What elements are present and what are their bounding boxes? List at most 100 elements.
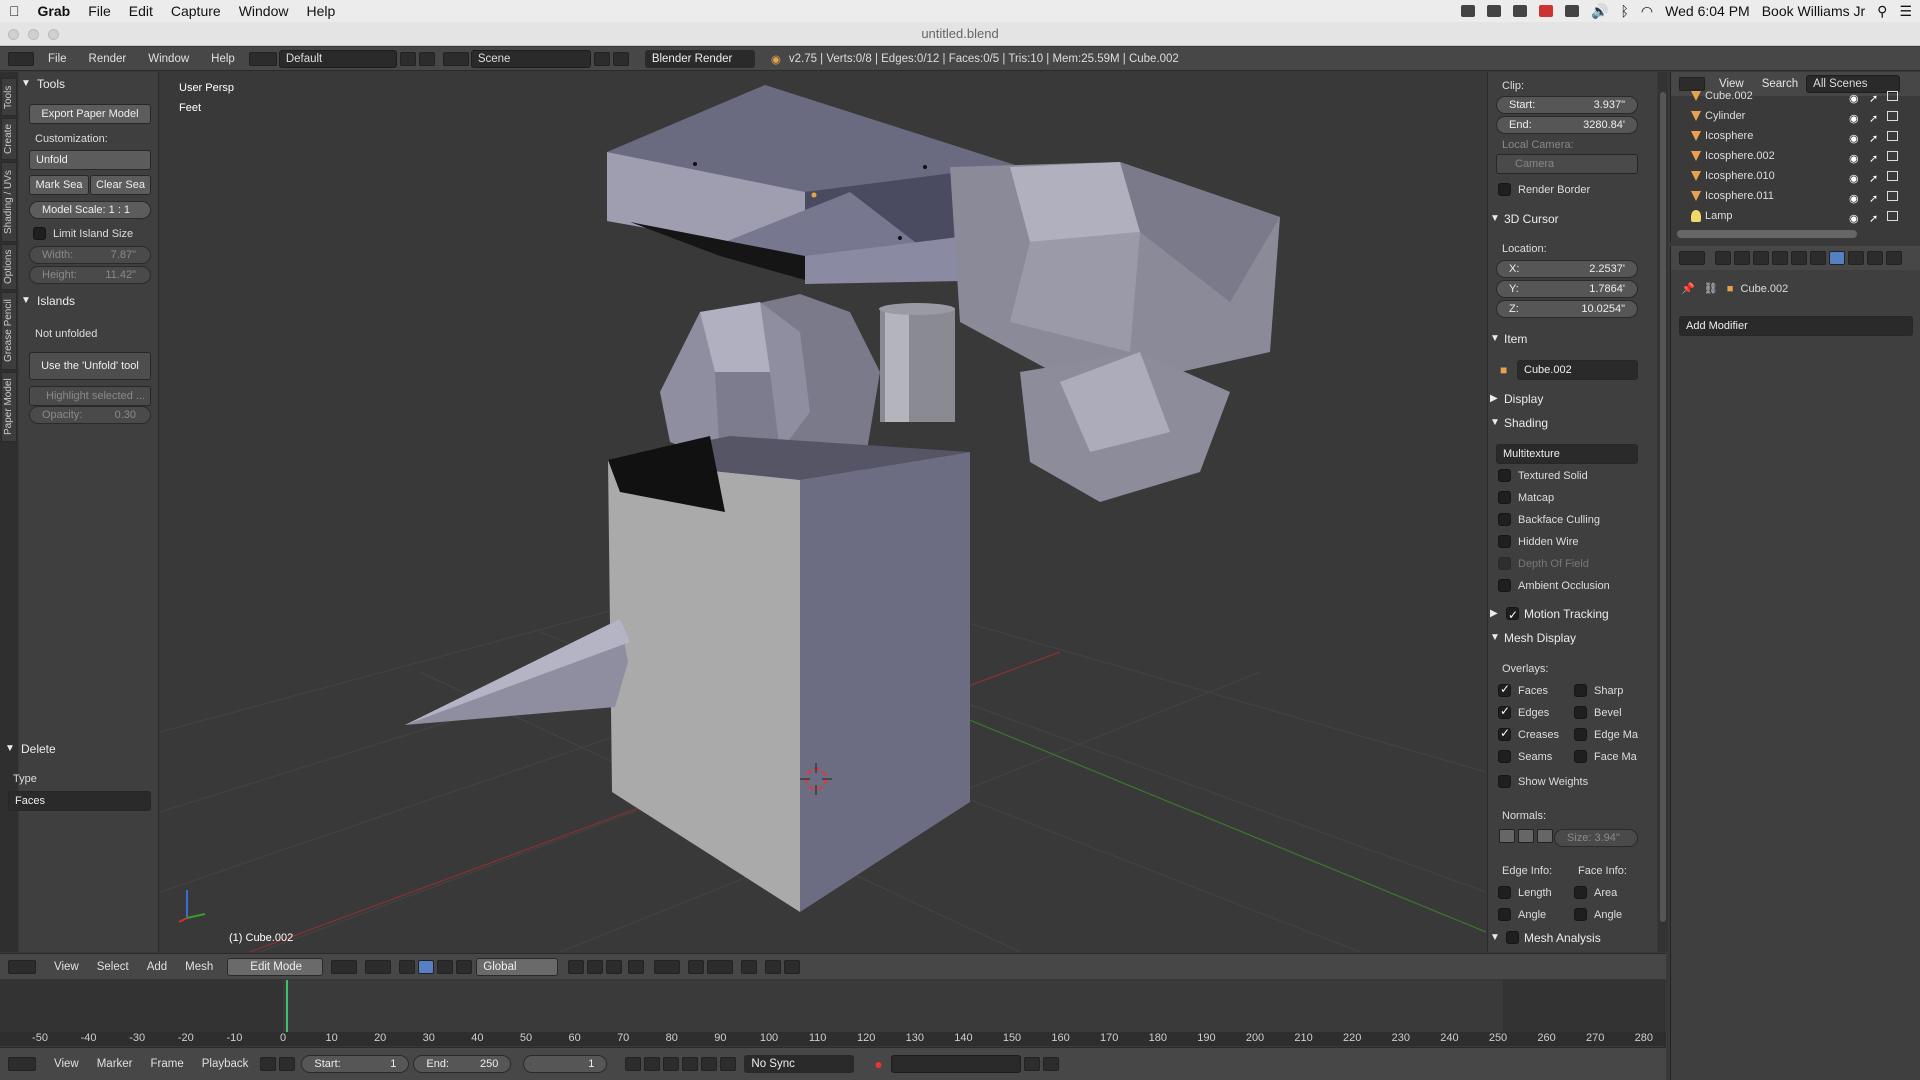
menu-add[interactable]: Add bbox=[147, 961, 167, 973]
add-layout-icon[interactable] bbox=[399, 51, 416, 66]
lock-range-icon[interactable] bbox=[279, 1057, 296, 1071]
model-scale-field[interactable]: Model Scale: 1 : 1 bbox=[29, 201, 151, 219]
add-modifier-select[interactable]: Add Modifier bbox=[1679, 316, 1913, 336]
overlay-creases-checkbox[interactable] bbox=[1498, 726, 1511, 741]
face-area-checkbox[interactable] bbox=[1574, 886, 1587, 899]
matcap-checkbox[interactable] bbox=[1498, 491, 1511, 504]
minimize-window-button[interactable] bbox=[28, 29, 39, 40]
textured-solid-checkbox[interactable] bbox=[1498, 469, 1511, 482]
jump-start-icon[interactable] bbox=[625, 1057, 642, 1071]
shading-panel-header[interactable]: ▼ Shading bbox=[1488, 413, 1638, 433]
delete-type-select[interactable]: Faces bbox=[8, 791, 151, 811]
menu-help[interactable]: Help bbox=[297, 3, 344, 19]
face-select-icon[interactable] bbox=[606, 959, 623, 974]
world-tab-icon[interactable] bbox=[1772, 251, 1788, 265]
menu-select[interactable]: Select bbox=[97, 961, 129, 973]
wifi-icon[interactable]: ◠ bbox=[1641, 3, 1653, 20]
outliner-row-lamp[interactable]: Lamp ◉ ➚ bbox=[1671, 206, 1920, 226]
apple-icon[interactable]:  bbox=[0, 3, 29, 19]
tab-grease-pencil[interactable]: Grease Pencil bbox=[1, 292, 17, 370]
overlay-sharp-checkbox[interactable] bbox=[1574, 684, 1587, 697]
tools-panel-header[interactable]: ▼ Tools bbox=[19, 74, 159, 94]
timeline-editor-icon[interactable] bbox=[8, 1057, 36, 1071]
render-engine-select[interactable]: Blender Render bbox=[644, 49, 755, 68]
translate-manipulator-icon[interactable] bbox=[418, 959, 435, 974]
clock[interactable]: Wed 6:04 PM bbox=[1665, 3, 1750, 19]
menu-capture[interactable]: Capture bbox=[162, 3, 230, 19]
end-frame-field[interactable]: End: 250 bbox=[413, 1055, 512, 1073]
mesh-display-panel-header[interactable]: ▼ Mesh Display bbox=[1488, 628, 1638, 648]
scale-manipulator-icon[interactable] bbox=[456, 959, 473, 974]
overlay-edges-checkbox[interactable] bbox=[1498, 704, 1511, 719]
render-toggle-icon[interactable] bbox=[1887, 191, 1898, 201]
menu-file[interactable]: File bbox=[44, 53, 71, 65]
timeline[interactable]: -50 -40 -30 -20 -10 0 10 20 30 40 50 60 70 80 90 100 110… bbox=[0, 980, 1666, 1046]
keying-set-field[interactable] bbox=[890, 1055, 1021, 1073]
bluetooth-icon[interactable]: ᛒ bbox=[1621, 3, 1629, 19]
jump-end-icon[interactable] bbox=[720, 1057, 737, 1071]
render-toggle-icon[interactable] bbox=[1887, 171, 1898, 181]
menu-edit[interactable]: Edit bbox=[120, 3, 162, 19]
snap-element-icon[interactable] bbox=[707, 959, 734, 974]
normals-size-field[interactable]: Size: 3.94" bbox=[1554, 829, 1638, 847]
remove-scene-icon[interactable] bbox=[612, 51, 629, 66]
constraints-tab-icon[interactable] bbox=[1810, 251, 1826, 265]
split-normals-icon[interactable] bbox=[1518, 829, 1534, 843]
limit-island-checkbox[interactable] bbox=[33, 227, 46, 240]
overlay-edge-marks-checkbox[interactable] bbox=[1574, 728, 1587, 741]
face-normals-icon[interactable] bbox=[1537, 829, 1553, 843]
manipulator-icon[interactable] bbox=[399, 959, 416, 974]
spotlight-icon[interactable]: ⚲ bbox=[1877, 3, 1887, 20]
delete-keyframe-icon[interactable] bbox=[1042, 1057, 1059, 1071]
3d-cursor-panel-header[interactable]: ▼ 3D Cursor bbox=[1488, 209, 1638, 229]
proportional-edit-icon[interactable] bbox=[654, 959, 681, 974]
menu-frame[interactable]: Frame bbox=[151, 1058, 184, 1070]
status-icon[interactable] bbox=[1539, 5, 1554, 17]
outliner-editor-icon[interactable] bbox=[1679, 77, 1705, 91]
current-frame-marker[interactable] bbox=[286, 980, 288, 1032]
overlay-face-marks-checkbox[interactable] bbox=[1574, 750, 1587, 763]
render-tab-icon[interactable] bbox=[1715, 251, 1731, 265]
export-paper-model-button[interactable]: Export Paper Model bbox=[29, 104, 151, 124]
3d-view-editor-icon[interactable] bbox=[8, 959, 36, 974]
3d-viewport[interactable]: User Persp Feet (1) Cube.002 bbox=[160, 72, 1486, 952]
layout-field[interactable]: Default bbox=[278, 49, 397, 68]
play-icon[interactable] bbox=[682, 1057, 699, 1071]
opengl-render-icon[interactable] bbox=[741, 959, 758, 974]
properties-editor-icon[interactable] bbox=[1679, 251, 1705, 265]
outliner-row-icosphere011[interactable]: Icosphere.011 ◉ ➚ bbox=[1671, 186, 1920, 206]
dropbox-icon[interactable] bbox=[1487, 5, 1502, 17]
user-menu[interactable]: Book Williams Jr bbox=[1762, 3, 1865, 19]
mode-select[interactable]: Edit Mode bbox=[227, 957, 324, 976]
vertex-normals-icon[interactable] bbox=[1499, 829, 1515, 843]
overlay-faces-checkbox[interactable] bbox=[1498, 682, 1511, 697]
preview-range-icon[interactable] bbox=[260, 1057, 277, 1071]
outliner-row-cube002[interactable]: Cube.002 ◉ ➚ bbox=[1671, 90, 1920, 106]
mark-seam-button[interactable]: Mark Sea bbox=[29, 175, 89, 195]
properties-scrollbar[interactable] bbox=[1658, 72, 1668, 952]
creative-cloud-icon[interactable] bbox=[1513, 5, 1528, 17]
big-cube-mesh[interactable] bbox=[608, 436, 970, 912]
cursor-z-field[interactable]: Z: 10.0254" bbox=[1496, 300, 1638, 318]
viewport-shading-icon[interactable] bbox=[331, 959, 358, 974]
menu-file[interactable]: File bbox=[79, 3, 120, 19]
record-icon[interactable]: ● bbox=[874, 1056, 882, 1072]
pin-icon[interactable]: 📌 bbox=[1681, 283, 1695, 295]
insert-keyframe-icon[interactable] bbox=[1023, 1057, 1040, 1071]
depth-of-field-checkbox[interactable] bbox=[1498, 557, 1511, 570]
volume-icon[interactable]: 🔊 bbox=[1591, 3, 1608, 20]
outliner-view-menu[interactable]: View bbox=[1719, 78, 1744, 90]
next-keyframe-icon[interactable] bbox=[701, 1057, 718, 1071]
height-field[interactable]: Height: 11.42" bbox=[29, 266, 151, 284]
unfold-button[interactable]: Unfold bbox=[29, 150, 151, 170]
render-toggle-icon[interactable] bbox=[1887, 131, 1898, 141]
start-frame-field[interactable]: Start: 1 bbox=[301, 1055, 410, 1073]
prev-keyframe-icon[interactable] bbox=[644, 1057, 661, 1071]
shading-mode-select[interactable]: Multitexture bbox=[1496, 444, 1638, 464]
airplay-icon[interactable] bbox=[1565, 5, 1580, 17]
limit-selection-icon[interactable] bbox=[628, 959, 645, 974]
render-toggle-icon[interactable] bbox=[1887, 91, 1898, 101]
edge-select-icon[interactable] bbox=[587, 959, 604, 974]
tab-shading-uvs[interactable]: Shading / UVs bbox=[1, 162, 17, 242]
render-border-checkbox[interactable] bbox=[1498, 183, 1511, 196]
